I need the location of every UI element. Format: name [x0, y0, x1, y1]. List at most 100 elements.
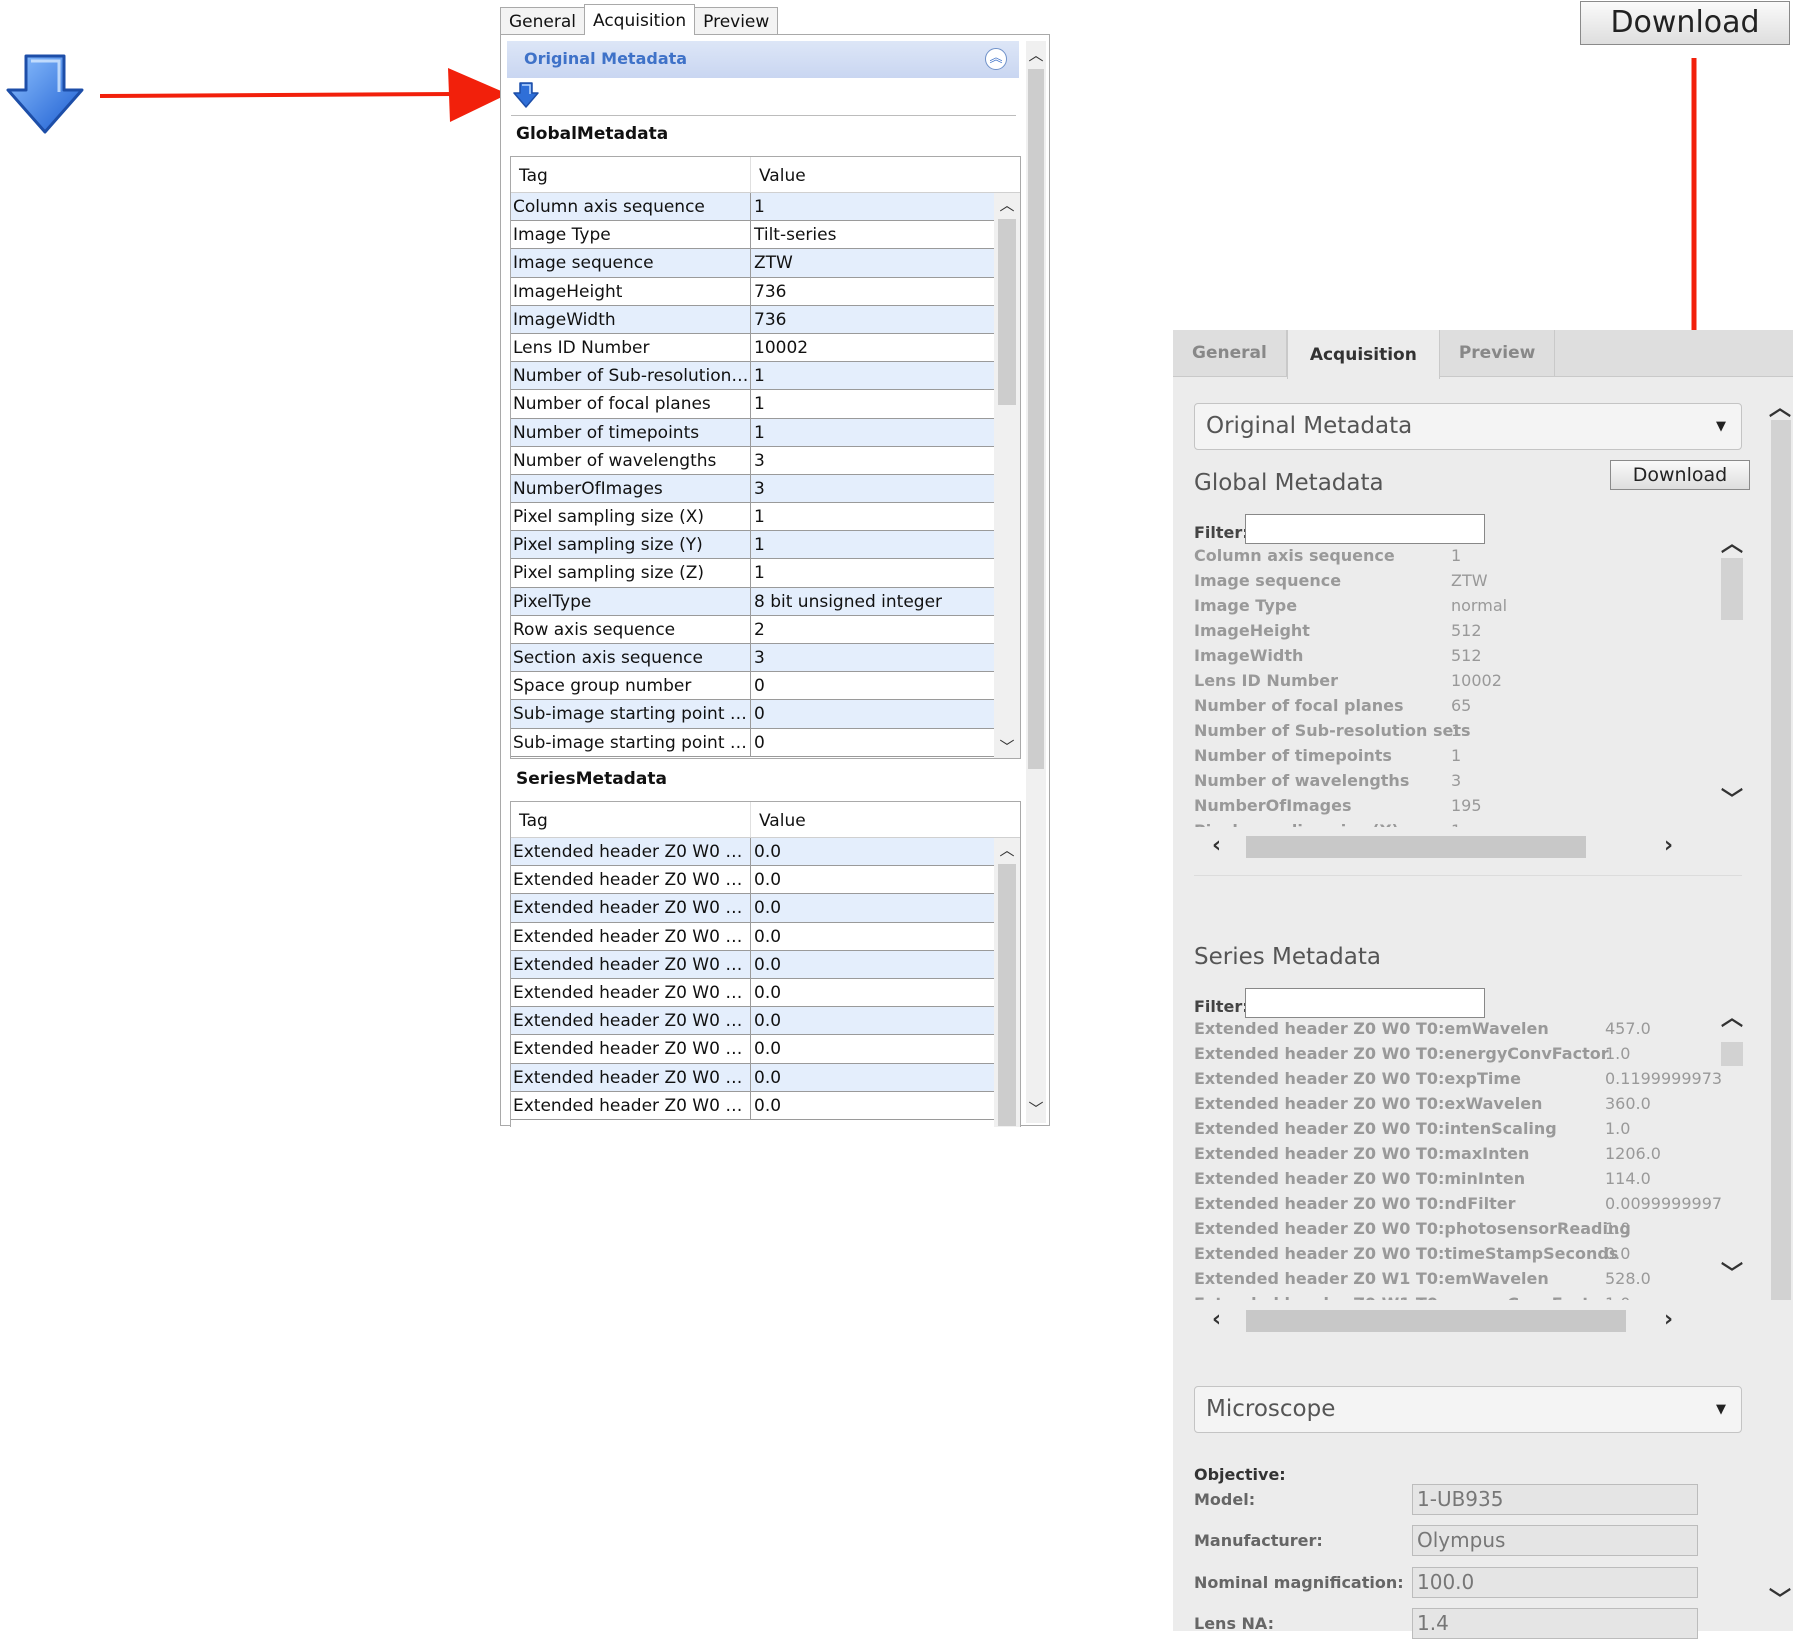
column-header-value[interactable]: Value	[751, 802, 806, 837]
list-item: Extended header Z0 W0 T0:intenScaling 1.0	[1194, 1116, 1724, 1141]
download-button[interactable]: Download	[1610, 460, 1750, 490]
table-row[interactable]: NumberOfImages 3	[511, 474, 997, 504]
tag-cell: Sub-image starting point (Y)	[511, 728, 751, 756]
value-cell: 0.0	[754, 926, 782, 947]
caret-down-icon: ▼	[1716, 419, 1726, 434]
list-item: Image sequence ZTW	[1194, 568, 1724, 593]
table-row[interactable]: Extended header Z0 W0 T0:… 0.0	[511, 1007, 997, 1036]
scrollbar-thumb[interactable]	[1721, 1042, 1743, 1066]
tag-cell: Extended header Z0 W0 T0:…	[511, 1063, 751, 1091]
series-grid-scrollbar[interactable]: ︿	[994, 838, 1020, 1127]
chevron-up-icon[interactable]: ︿	[994, 840, 1020, 860]
table-row[interactable]: Extended header Z0 W0 T0:… 0.0	[511, 1063, 997, 1092]
metadata-type-value: Original Metadata	[1206, 413, 1413, 439]
original-metadata-header[interactable]: Original Metadata ︽	[507, 41, 1019, 78]
table-row[interactable]: ImageHeight 736	[511, 277, 997, 306]
chevron-down-icon[interactable]: ﹀	[1721, 782, 1743, 814]
right-tab-general[interactable]: General	[1173, 330, 1287, 377]
table-row[interactable]: Lens ID Number 10002	[511, 333, 997, 363]
left-tab-acquisition[interactable]: Acquisition	[584, 4, 696, 35]
metadata-key: Extended header Z0 W0 T0:ndFilter	[1194, 1194, 1516, 1213]
chevron-up-icon[interactable]: ︿	[1721, 526, 1743, 558]
chevron-right-icon[interactable]: ›	[1664, 1307, 1673, 1332]
left-tab-general[interactable]: General	[500, 7, 585, 35]
table-row[interactable]: Extended header Z0 W0 T0:… 0.0	[511, 866, 997, 895]
global-grid-scrollbar[interactable]: ︿ ﹀	[994, 193, 1020, 758]
right-tab-bar: General Acquisition Preview	[1173, 330, 1793, 379]
left-tab-preview[interactable]: Preview	[694, 7, 779, 35]
chevron-left-icon[interactable]: ‹	[1212, 1307, 1221, 1332]
table-row[interactable]: Pixel sampling size (Y) 1	[511, 531, 997, 560]
chevron-down-icon[interactable]: ﹀	[994, 737, 1020, 757]
tag-cell: NumberOfImages	[511, 474, 751, 503]
table-row[interactable]: Extended header Z0 W0 T0:… 0.0	[511, 1091, 997, 1120]
table-row[interactable]: Section axis sequence 3	[511, 644, 997, 673]
right-tab-preview[interactable]: Preview	[1440, 330, 1556, 377]
right-tab-acquisition[interactable]: Acquisition	[1286, 330, 1440, 379]
table-row[interactable]: Pixel sampling size (X) 1	[511, 503, 997, 532]
panel-scrollbar[interactable]: ︿ ﹀	[1026, 41, 1046, 1123]
top-download-button[interactable]: Download	[1580, 1, 1790, 45]
table-row[interactable]: PixelType 8 bit unsigned integer	[511, 587, 997, 616]
objective-label: Objective:	[1194, 1465, 1286, 1484]
column-header-value[interactable]: Value	[751, 157, 806, 192]
chevron-up-icon[interactable]: ︿	[1721, 1000, 1743, 1032]
table-row[interactable]: Pixel sampling size (Z) 1	[511, 559, 997, 588]
scrollbar-thumb[interactable]	[998, 864, 1016, 1126]
list-item: ImageHeight 512	[1194, 618, 1724, 643]
value-cell: ZTW	[754, 253, 793, 274]
value-cell: 10002	[754, 337, 809, 358]
model-value: 1-UB935	[1412, 1484, 1698, 1515]
value-cell: 1	[754, 507, 765, 528]
table-row[interactable]: Column axis sequence 1	[511, 193, 997, 222]
tag-cell: Extended header Z0 W0 T0:…	[511, 1091, 751, 1119]
list-item: Image Type normal	[1194, 593, 1724, 618]
microscope-select[interactable]: Microscope ▼	[1194, 1386, 1742, 1433]
table-row[interactable]: Extended header Z0 W0 T0:… 0.0	[511, 1035, 997, 1064]
table-row[interactable]: Extended header Z0 W0 T0:… 0.0	[511, 894, 997, 923]
table-row[interactable]: Sub-image starting point (X) 0	[511, 700, 997, 729]
metadata-key: Extended header Z0 W1 T0:energyConvFacto…	[1194, 1294, 1609, 1300]
table-row[interactable]: Image Type Tilt-series	[511, 221, 997, 250]
table-row[interactable]: Sub-image starting point (Y) 0	[511, 728, 997, 757]
chevron-left-icon[interactable]: ‹	[1212, 833, 1221, 858]
series-filter-input[interactable]	[1245, 988, 1485, 1018]
table-row[interactable]: Number of focal planes 1	[511, 390, 997, 419]
series-metadata-list: Extended header Z0 W0 T0:emWavelen 457.0 E…	[1194, 1016, 1724, 1300]
chevron-up-icon[interactable]: ︿	[1026, 45, 1046, 65]
table-row[interactable]: Number of Sub-resolution sets 1	[511, 362, 997, 391]
chevron-down-icon[interactable]: ﹀	[1769, 1582, 1791, 1614]
value-cell: 1	[754, 197, 765, 217]
table-row[interactable]: Space group number 0	[511, 672, 997, 701]
table-row[interactable]: Extended header Z0 W0 T0:i… 0.0	[511, 950, 997, 979]
scrollbar-thumb[interactable]	[998, 219, 1016, 405]
table-row[interactable]: Number of wavelengths 3	[511, 446, 997, 475]
column-header-tag[interactable]: Tag	[511, 157, 751, 192]
chevron-down-icon[interactable]: ﹀	[1026, 1099, 1046, 1119]
horizontal-scroll-thumb[interactable]	[1246, 1310, 1626, 1332]
chevron-down-icon[interactable]: ﹀	[1721, 1256, 1743, 1288]
table-row[interactable]: Extended header Z0 W0 T0:… 0.0	[511, 978, 997, 1008]
scrollbar-thumb[interactable]	[1028, 69, 1044, 769]
chevron-right-icon[interactable]: ›	[1664, 833, 1673, 858]
chevron-up-icon[interactable]: ︿	[1769, 390, 1791, 422]
download-arrow-icon[interactable]	[513, 81, 539, 109]
table-row[interactable]: Extended header Z0 W0 T0:… 0.0	[511, 838, 997, 867]
table-row[interactable]: Extended header Z0 W0 T0:… 0.0	[511, 922, 997, 951]
global-filter-input[interactable]	[1245, 514, 1485, 544]
list-item: Extended header Z0 W0 T0:emWavelen 457.0	[1194, 1016, 1724, 1041]
nominal-magnification-value: 100.0	[1412, 1567, 1698, 1598]
table-row[interactable]: Number of timepoints 1	[511, 418, 997, 447]
table-row[interactable]: Row axis sequence 2	[511, 615, 997, 644]
column-header-tag[interactable]: Tag	[511, 802, 751, 837]
horizontal-scroll-thumb[interactable]	[1246, 836, 1586, 858]
web-metadata-panel: General Acquisition Preview Original Met…	[1173, 330, 1793, 1639]
collapse-icon[interactable]: ︽	[985, 48, 1007, 70]
chevron-up-icon[interactable]: ︿	[994, 195, 1020, 215]
panel-scrollbar-thumb[interactable]	[1771, 420, 1791, 1300]
metadata-type-select[interactable]: Original Metadata ▼	[1194, 403, 1742, 450]
list-item: Extended header Z0 W0 T0:expTime 0.119999…	[1194, 1066, 1724, 1091]
table-row[interactable]: Image sequence ZTW	[511, 249, 997, 278]
table-row[interactable]: ImageWidth 736	[511, 305, 997, 334]
scrollbar-thumb[interactable]	[1721, 558, 1743, 620]
